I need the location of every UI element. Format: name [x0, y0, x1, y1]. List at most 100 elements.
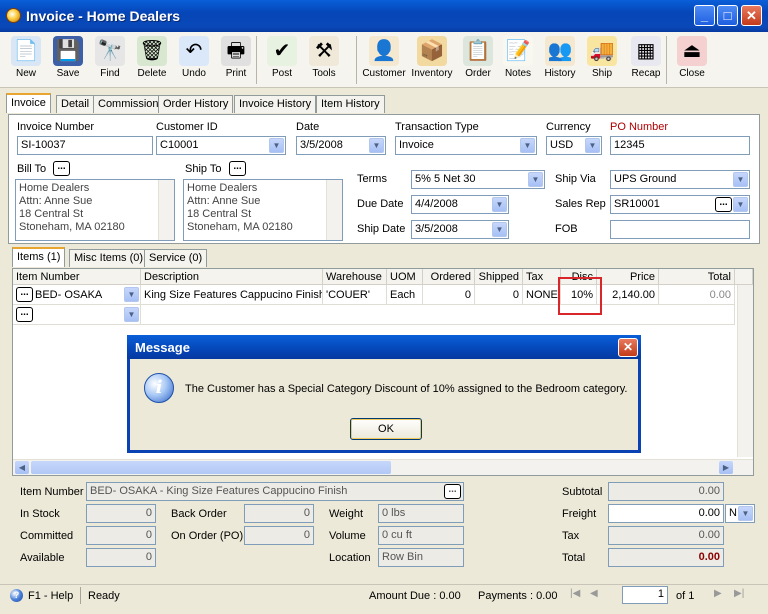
- help-icon[interactable]: ?: [10, 589, 23, 602]
- transaction-type-select[interactable]: Invoice ▼: [395, 136, 537, 155]
- chevron-down-icon[interactable]: ▼: [369, 138, 384, 153]
- new-row-item[interactable]: ... ▼: [13, 305, 141, 325]
- last-page-icon[interactable]: ▶|: [734, 588, 744, 599]
- tab-detail[interactable]: Detail: [56, 95, 95, 113]
- chevron-down-icon[interactable]: ▼: [738, 506, 753, 521]
- col-uom[interactable]: UOM: [387, 269, 423, 285]
- history-button[interactable]: 👥 History: [542, 32, 578, 88]
- item-number-field[interactable]: BED- OSAKA - King Size Features Cappucin…: [86, 482, 464, 501]
- scroll-left-icon[interactable]: ◀: [15, 461, 29, 474]
- notes-button[interactable]: 📝 Notes: [500, 32, 536, 88]
- ship-date-picker[interactable]: 3/5/2008 ▼: [411, 220, 509, 239]
- due-date-picker[interactable]: 4/4/2008 ▼: [411, 195, 509, 214]
- col-shipped[interactable]: Shipped: [475, 269, 523, 285]
- delete-button[interactable]: 🗑 Delete: [134, 32, 170, 88]
- cell-ordered[interactable]: 0: [423, 285, 475, 305]
- chevron-down-icon[interactable]: ▼: [124, 287, 139, 302]
- tab-item-history[interactable]: Item History: [316, 95, 385, 113]
- cell-price[interactable]: 2,140.00: [597, 285, 659, 305]
- col-item-number[interactable]: Item Number: [13, 269, 141, 285]
- col-ordered[interactable]: Ordered: [423, 269, 475, 285]
- horizontal-scrollbar[interactable]: ◀ ▶: [13, 459, 753, 475]
- scroll-right-icon[interactable]: ▶: [719, 461, 733, 474]
- cell-warehouse[interactable]: 'COUER': [323, 285, 387, 305]
- undo-label: Undo: [182, 68, 206, 79]
- scrollbar[interactable]: [326, 180, 342, 240]
- chevron-down-icon[interactable]: ▼: [528, 172, 543, 187]
- col-price[interactable]: Price: [597, 269, 659, 285]
- close-button[interactable]: ⏏ Close: [674, 32, 710, 88]
- ship-to-address[interactable]: Home Dealers Attn: Anne Sue 18 Central S…: [183, 179, 343, 241]
- ship-button[interactable]: 🚚 Ship: [584, 32, 620, 88]
- new-row-cells[interactable]: [141, 305, 735, 325]
- col-total[interactable]: Total: [659, 269, 735, 285]
- cell-description[interactable]: King Size Features Cappucino Finish: [141, 285, 323, 305]
- chevron-down-icon[interactable]: ▼: [124, 307, 139, 322]
- next-page-icon[interactable]: ▶: [714, 588, 722, 599]
- prev-page-icon[interactable]: ◀: [590, 588, 598, 599]
- scroll-thumb[interactable]: [31, 461, 391, 474]
- col-warehouse[interactable]: Warehouse: [323, 269, 387, 285]
- scrollbar[interactable]: [158, 180, 174, 240]
- tab-invoice[interactable]: Invoice: [6, 93, 51, 113]
- chevron-down-icon[interactable]: ▼: [733, 172, 748, 187]
- tools-button[interactable]: ⚒ Tools: [306, 32, 342, 88]
- close-window-button[interactable]: ✕: [741, 5, 762, 26]
- bill-to-lookup-button[interactable]: ...: [53, 161, 70, 176]
- tab-invoice-history[interactable]: Invoice History: [234, 95, 317, 113]
- item-lookup-button[interactable]: ...: [16, 287, 33, 302]
- print-button[interactable]: 🖶 Print: [218, 32, 254, 88]
- tab-commission[interactable]: Commission: [93, 95, 164, 113]
- page-number-field[interactable]: 1: [622, 586, 668, 604]
- vertical-scrollbar[interactable]: [737, 285, 753, 457]
- customer-id-select[interactable]: C10001 ▼: [156, 136, 286, 155]
- order-button[interactable]: 📋 Order: [460, 32, 496, 88]
- dialog-close-button[interactable]: ✕: [618, 338, 638, 357]
- item-lookup-button[interactable]: ...: [444, 484, 461, 499]
- cell-total[interactable]: 0.00: [659, 285, 735, 305]
- minimize-button[interactable]: _: [694, 5, 715, 26]
- col-tax[interactable]: Tax: [523, 269, 561, 285]
- post-button[interactable]: ✔ Post: [264, 32, 300, 88]
- tab-service[interactable]: Service (0): [144, 249, 208, 267]
- freight-field[interactable]: 0.00: [608, 504, 724, 523]
- inventory-button[interactable]: 📦 Inventory: [410, 32, 454, 88]
- cell-tax[interactable]: NONE: [523, 285, 561, 305]
- customer-button[interactable]: 👤 Customer: [362, 32, 406, 88]
- date-picker[interactable]: 3/5/2008 ▼: [296, 136, 386, 155]
- new-button[interactable]: 📄 New: [8, 32, 44, 88]
- maximize-button[interactable]: □: [717, 5, 738, 26]
- ok-button[interactable]: OK: [350, 418, 422, 440]
- tab-order-history[interactable]: Order History: [158, 95, 234, 113]
- currency-select[interactable]: USD ▼: [546, 136, 602, 155]
- chevron-down-icon[interactable]: ▼: [492, 197, 507, 212]
- table-row[interactable]: ... BED- OSAKA ▼: [13, 285, 141, 305]
- fob-field[interactable]: [610, 220, 750, 239]
- chevron-down-icon[interactable]: ▼: [733, 197, 748, 212]
- chevron-down-icon[interactable]: ▼: [269, 138, 284, 153]
- invoice-number-field[interactable]: SI-10037: [17, 136, 153, 155]
- sales-rep-lookup-button[interactable]: ...: [715, 197, 732, 212]
- ship-via-select[interactable]: UPS Ground ▼: [610, 170, 750, 189]
- tab-misc-items[interactable]: Misc Items (0): [69, 249, 149, 267]
- save-button[interactable]: 💾 Save: [50, 32, 86, 88]
- ship-to-lookup-button[interactable]: ...: [229, 161, 246, 176]
- cell-uom[interactable]: Each: [387, 285, 423, 305]
- terms-select[interactable]: 5% 5 Net 30 ▼: [411, 170, 545, 189]
- sales-rep-select[interactable]: SR10001 ... ▼: [610, 195, 750, 214]
- freight-code-select[interactable]: N ▼: [725, 504, 755, 523]
- item-lookup-button[interactable]: ...: [16, 307, 33, 322]
- bill-to-address[interactable]: Home Dealers Attn: Anne Sue 18 Central S…: [15, 179, 175, 241]
- chevron-down-icon[interactable]: ▼: [492, 222, 507, 237]
- recap-button[interactable]: ▦ Recap: [628, 32, 664, 88]
- col-description[interactable]: Description: [141, 269, 323, 285]
- help-label[interactable]: F1 - Help: [28, 590, 73, 602]
- chevron-down-icon[interactable]: ▼: [585, 138, 600, 153]
- tab-items[interactable]: Items (1): [12, 247, 66, 267]
- cell-shipped[interactable]: 0: [475, 285, 523, 305]
- find-button[interactable]: 🔭 Find: [92, 32, 128, 88]
- undo-button[interactable]: ↶ Undo: [176, 32, 212, 88]
- po-number-field[interactable]: 12345: [610, 136, 750, 155]
- chevron-down-icon[interactable]: ▼: [520, 138, 535, 153]
- first-page-icon[interactable]: |◀: [570, 588, 580, 599]
